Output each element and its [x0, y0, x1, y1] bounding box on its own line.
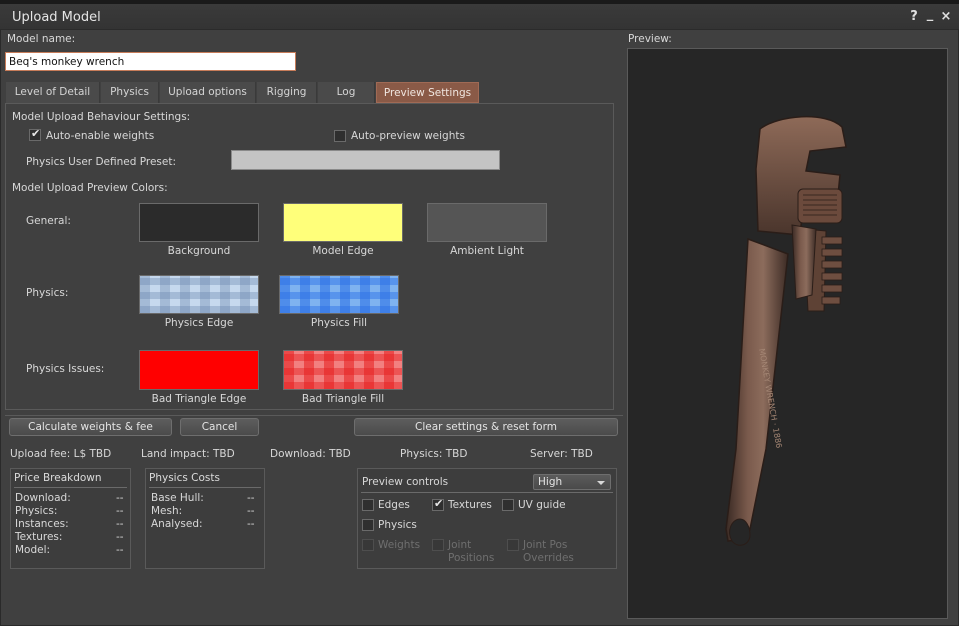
model-name-label: Model name: [7, 33, 76, 45]
physics-costs-rule [149, 487, 261, 488]
price-row-value: -- [116, 492, 124, 504]
preview-controls-rule [361, 492, 613, 493]
price-breakdown-title: Price Breakdown [14, 472, 102, 484]
uv-guide-checkbox[interactable] [502, 499, 514, 511]
joint-positions-label-line1: Joint [448, 539, 472, 551]
physics-cost-value: -- [247, 492, 255, 504]
bad-triangle-edge-color-swatch[interactable] [139, 350, 259, 390]
preview-viewport[interactable]: MONKEY WRENCH · 1886 [627, 48, 948, 619]
physics-preset-label: Physics User Defined Preset: [26, 156, 176, 168]
tab-log[interactable]: Log [318, 82, 375, 103]
bad-triangle-fill-color-swatch[interactable] [283, 350, 403, 390]
help-icon[interactable]: ? [908, 9, 920, 24]
preview-quality-dropdown[interactable]: High [533, 474, 611, 490]
physics-edge-color-swatch[interactable] [139, 275, 259, 314]
window-title: Upload Model [12, 10, 101, 25]
behaviour-heading: Model Upload Behaviour Settings: [12, 111, 191, 123]
physics-checkbox[interactable] [362, 519, 374, 531]
upload-fee-text: Upload fee: L$ TBD [10, 448, 112, 460]
land-impact-text: Land impact: TBD [141, 448, 235, 460]
edges-checkbox[interactable] [362, 499, 374, 511]
cancel-button[interactable]: Cancel [180, 418, 259, 436]
price-row-value: -- [116, 505, 124, 517]
auto-preview-weights-checkbox[interactable] [334, 130, 346, 142]
tab-rigging[interactable]: Rigging [257, 82, 317, 103]
joint-positions-checkbox[interactable] [432, 539, 444, 551]
physics-row-label: Physics: [26, 287, 69, 299]
preview-quality-value: High [538, 476, 563, 488]
price-breakdown-rule [14, 487, 127, 488]
model-edge-swatch-label: Model Edge [312, 245, 374, 257]
physics-cost-label: Mesh: [151, 505, 183, 517]
minimize-icon[interactable]: _ [924, 7, 936, 22]
chevron-down-icon [597, 481, 605, 485]
physics-fill-swatch-label: Physics Fill [310, 317, 368, 329]
background-color-swatch[interactable] [139, 203, 259, 242]
server-text: Server: TBD [530, 448, 593, 460]
ambient-light-color-swatch[interactable] [427, 203, 547, 242]
uv-guide-label: UV guide [518, 499, 566, 511]
model-name-input[interactable] [5, 52, 296, 71]
section-divider [5, 415, 623, 416]
colors-heading: Model Upload Preview Colors: [12, 182, 168, 194]
physics-cost-label: Base Hull: [151, 492, 204, 504]
physics-cost-value: -- [247, 518, 255, 530]
preview-label: Preview: [628, 33, 672, 45]
weights-label: Weights [378, 539, 421, 551]
price-row-value: -- [116, 531, 124, 543]
bad-triangle-fill-swatch-label: Bad Triangle Fill [301, 393, 385, 405]
close-icon[interactable]: × [940, 9, 952, 24]
joint-pos-overrides-checkbox[interactable] [507, 539, 519, 551]
background-swatch-label: Background [167, 245, 231, 257]
physics-edge-swatch-label: Physics Edge [164, 317, 234, 329]
physics-preset-field[interactable] [231, 150, 500, 170]
physics-issues-row-label: Physics Issues: [26, 363, 105, 375]
model-edge-color-swatch[interactable] [283, 203, 403, 242]
tab-physics[interactable]: Physics [101, 82, 159, 103]
physics-label: Physics [378, 519, 417, 531]
physics-cost-label: Analysed: [151, 518, 203, 530]
joint-pos-overrides-label-line1: Joint Pos [523, 539, 568, 551]
textures-label: Textures [448, 499, 492, 511]
tab-preview-settings[interactable]: Preview Settings [376, 82, 479, 103]
price-row-value: -- [116, 518, 124, 530]
joint-pos-overrides-label-line2: Overrides [523, 552, 574, 564]
price-row-value: -- [116, 544, 124, 556]
bad-triangle-edge-swatch-label: Bad Triangle Edge [151, 393, 247, 405]
general-row-label: General: [26, 215, 71, 227]
title-bar[interactable] [0, 4, 959, 30]
textures-checkbox[interactable] [432, 497, 444, 511]
physics-costs-title: Physics Costs [149, 472, 220, 484]
tab-upload-options[interactable]: Upload options [160, 82, 256, 103]
auto-preview-weights-label: Auto-preview weights [351, 130, 465, 142]
preview-controls-label: Preview controls [362, 476, 449, 488]
ambient-light-swatch-label: Ambient Light [450, 245, 524, 257]
auto-enable-weights-checkbox[interactable] [29, 127, 41, 141]
monkey-wrench-model: MONKEY WRENCH · 1886 [725, 116, 847, 546]
tab-level-of-detail[interactable]: Level of Detail [6, 82, 100, 103]
price-row-label: Textures: [15, 531, 63, 543]
weights-checkbox[interactable] [362, 539, 374, 551]
physics-cost-value: -- [247, 505, 255, 517]
price-row-label: Model: [15, 544, 51, 556]
edges-label: Edges [378, 499, 410, 511]
download-text: Download: TBD [270, 448, 351, 460]
physics-fill-color-swatch[interactable] [279, 275, 399, 314]
price-row-label: Download: [15, 492, 71, 504]
calculate-weights-fee-button[interactable]: Calculate weights & fee [9, 418, 172, 436]
auto-enable-weights-label: Auto-enable weights [46, 130, 155, 142]
clear-settings-reset-button[interactable]: Clear settings & reset form [354, 418, 618, 436]
price-row-label: Instances: [15, 518, 69, 530]
physics-text: Physics: TBD [400, 448, 468, 460]
price-row-label: Physics: [15, 505, 58, 517]
joint-positions-label-line2: Positions [448, 552, 495, 564]
